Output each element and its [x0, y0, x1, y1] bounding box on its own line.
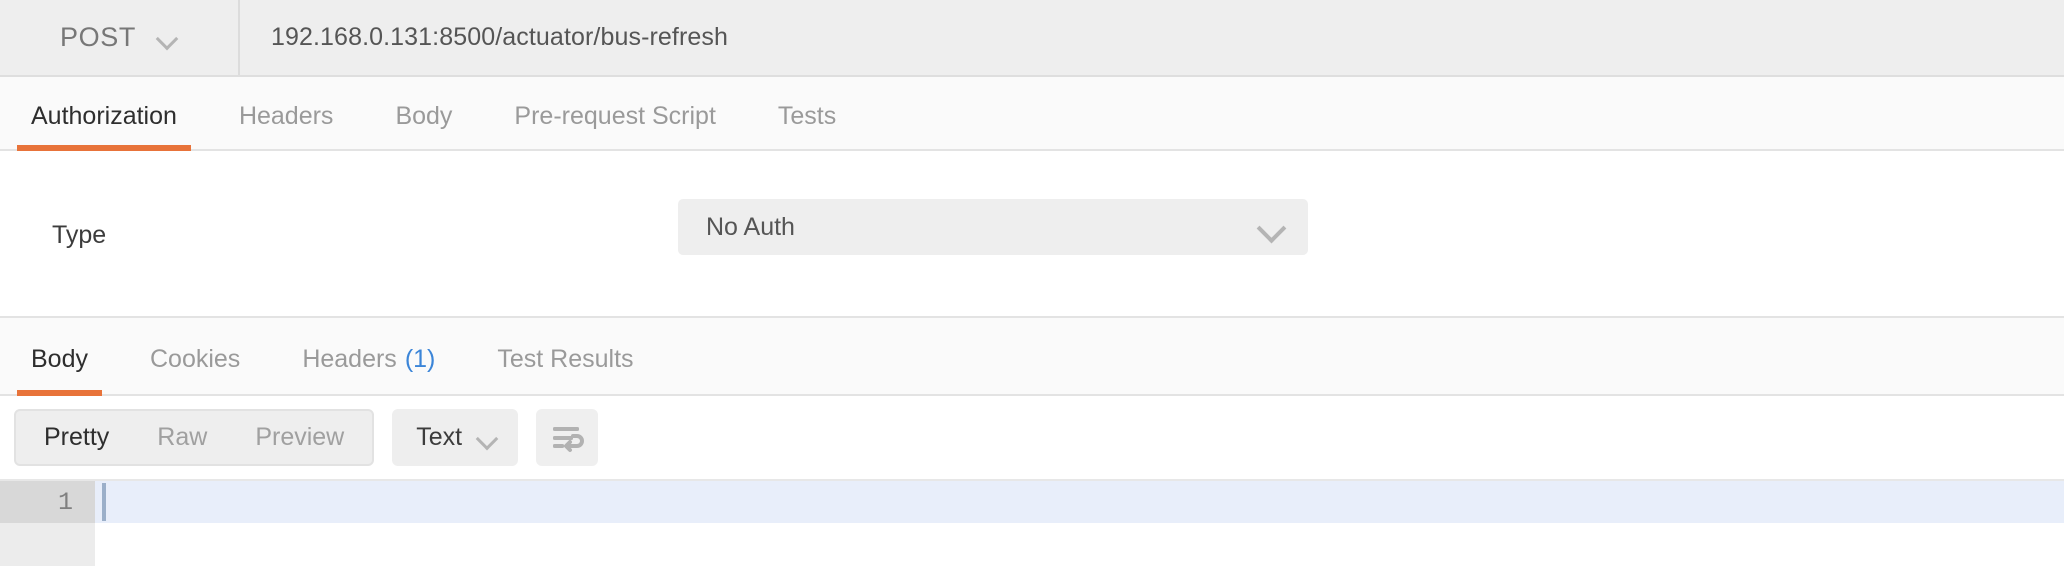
tab-tests-label: Tests [747, 102, 867, 131]
tab-authorization[interactable]: Authorization [0, 102, 208, 149]
response-format-toolbar: Pretty Raw Preview Text [0, 396, 2064, 481]
response-language-value: Text [416, 423, 462, 452]
response-tab-cookies[interactable]: Cookies [119, 345, 271, 394]
chevron-down-icon [1256, 212, 1286, 242]
editor-gutter-active-line: 1 [0, 481, 95, 523]
response-tab-test-results[interactable]: Test Results [466, 345, 664, 394]
editor-gutter: 1 [0, 481, 95, 566]
auth-type-dropdown[interactable]: No Auth [678, 199, 1308, 255]
view-mode-preview[interactable]: Preview [231, 411, 368, 464]
view-mode-segmented-control: Pretty Raw Preview [14, 409, 374, 466]
response-body-editor[interactable]: 1 [0, 481, 2064, 566]
http-method-label: POST [60, 22, 136, 53]
view-mode-raw[interactable]: Raw [133, 411, 231, 464]
response-tab-cookies-label: Cookies [119, 345, 271, 374]
tab-tests[interactable]: Tests [747, 102, 867, 149]
response-tab-body[interactable]: Body [0, 345, 119, 394]
postman-request-response-pane: POST 192.168.0.131:8500/actuator/bus-ref… [0, 0, 2064, 566]
chevron-down-icon [156, 27, 178, 49]
authorization-panel: Type No Auth [0, 151, 2064, 318]
request-url-input[interactable]: 192.168.0.131:8500/actuator/bus-refresh [240, 0, 2064, 75]
tab-headers[interactable]: Headers [208, 102, 365, 149]
tab-pre-request-script-label: Pre-request Script [483, 102, 746, 131]
response-headers-count-badge: (1) [405, 345, 436, 373]
auth-type-value: No Auth [706, 213, 1256, 242]
response-tab-test-results-label: Test Results [466, 345, 664, 374]
request-url-text: 192.168.0.131:8500/actuator/bus-refresh [271, 23, 728, 52]
tab-pre-request-script[interactable]: Pre-request Script [483, 102, 746, 149]
chevron-down-icon [476, 427, 498, 449]
tab-headers-label: Headers [208, 102, 365, 131]
request-tab-bar: Authorization Headers Body Pre-request S… [0, 77, 2064, 151]
auth-type-label: Type [52, 221, 106, 250]
response-tab-headers[interactable]: Headers (1) [271, 345, 466, 394]
response-tab-bar: Body Cookies Headers (1) Test Results [0, 318, 2064, 396]
editor-code-area[interactable] [95, 481, 2064, 566]
response-tab-body-label: Body [0, 345, 119, 374]
response-language-dropdown[interactable]: Text [392, 409, 518, 466]
editor-line-number: 1 [58, 488, 73, 517]
tab-body[interactable]: Body [364, 102, 483, 149]
request-url-bar: POST 192.168.0.131:8500/actuator/bus-ref… [0, 0, 2064, 77]
response-tab-headers-label: Headers [302, 345, 397, 373]
http-method-selector[interactable]: POST [0, 0, 240, 75]
editor-text-cursor [102, 483, 106, 521]
tab-body-label: Body [364, 102, 483, 131]
editor-active-line-highlight [95, 481, 2064, 523]
tab-authorization-label: Authorization [0, 102, 208, 131]
view-mode-pretty[interactable]: Pretty [20, 411, 133, 464]
word-wrap-toggle-button[interactable] [536, 409, 598, 466]
word-wrap-icon [550, 423, 584, 453]
